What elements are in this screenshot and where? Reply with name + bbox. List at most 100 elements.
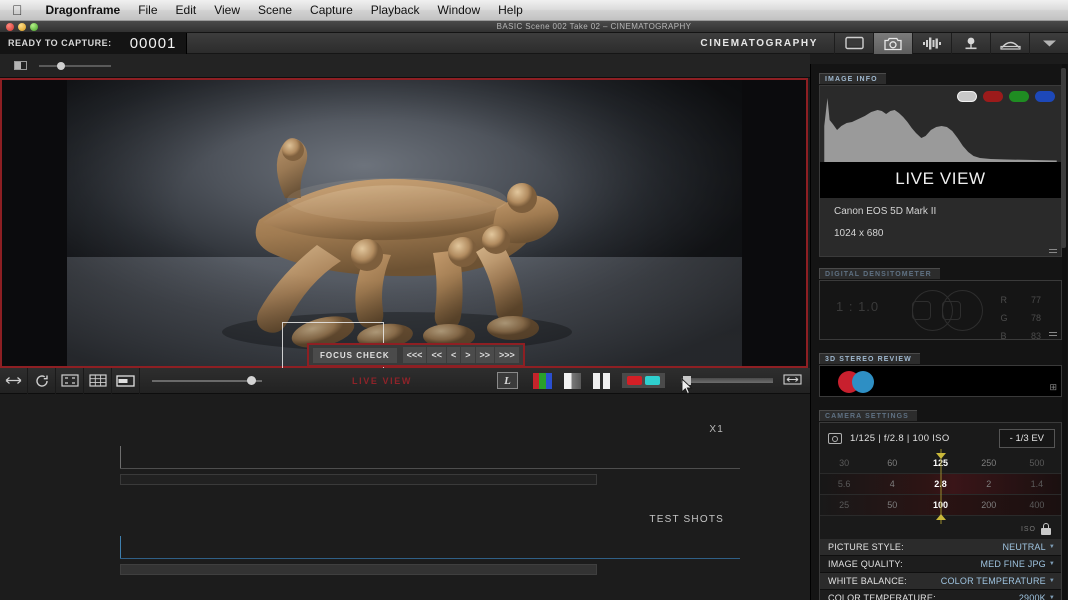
setting-row-picture-style[interactable]: PICTURE STYLE: NEUTRAL ▼ (820, 539, 1061, 556)
focus-nav-prev-fast[interactable]: << (427, 347, 447, 363)
channel-luma-button[interactable] (957, 91, 977, 102)
iso-value[interactable]: 200 (965, 500, 1013, 510)
focus-nav-prev[interactable]: < (447, 347, 461, 363)
focus-nav-last[interactable]: >>> (495, 347, 519, 363)
zoom-slider-knob[interactable] (247, 376, 256, 385)
zoom-slider[interactable] (152, 380, 262, 382)
menu-window[interactable]: Window (428, 3, 489, 17)
aperture-value[interactable]: 4 (868, 479, 916, 489)
shutter-value[interactable]: 60 (868, 458, 916, 468)
channel-green-button[interactable] (1009, 91, 1029, 102)
menu-dragonframe[interactable]: Dragonframe (37, 3, 130, 17)
setting-value[interactable]: MED FINE JPG ▼ (980, 559, 1055, 569)
live-view-viewport[interactable] (0, 78, 808, 368)
densitometer-blue-row: B 83 (1000, 331, 1041, 341)
grid-button[interactable] (84, 368, 112, 394)
track-strip[interactable] (120, 474, 597, 485)
setting-row-color-temperature[interactable]: COLOR TEMPERATURE: 2900K ▼ (820, 590, 1061, 600)
arc-workspace-button[interactable] (990, 33, 1029, 54)
aperture-value[interactable]: 1.4 (1013, 479, 1061, 489)
rgb-channels-button[interactable] (533, 373, 552, 389)
fit-width-icon (783, 374, 802, 385)
fit-width-button[interactable] (783, 372, 802, 390)
menu-help[interactable]: Help (489, 3, 532, 17)
iso-value[interactable]: 50 (868, 500, 916, 510)
setting-row-white-balance[interactable]: WHITE BALANCE: COLOR TEMPERATURE ▼ (820, 573, 1061, 590)
setting-key: COLOR TEMPERATURE: (828, 593, 936, 600)
dial-marker-top-icon (936, 453, 946, 459)
right-sidebar: IMAGE INFO LIVE VIEW Canon EOS 5D Mark (810, 64, 1068, 600)
workspace-switcher: CINEMATOGRAPHY (684, 33, 1068, 54)
lock-icon[interactable] (1041, 523, 1051, 535)
focus-nav-first[interactable]: <<< (403, 347, 428, 363)
track-playhead[interactable] (120, 446, 121, 468)
menu-bar:  Dragonframe File Edit View Scene Captu… (0, 0, 1068, 21)
aspect-ratio-button[interactable] (112, 368, 140, 394)
shutter-value[interactable]: 500 (1013, 458, 1061, 468)
dmx-workspace-button[interactable] (951, 33, 990, 54)
setting-row-image-quality[interactable]: IMAGE QUALITY: MED FINE JPG ▼ (820, 556, 1061, 573)
more-workspaces-button[interactable] (1029, 33, 1068, 54)
track-playhead[interactable] (120, 536, 121, 558)
crop-button[interactable] (56, 368, 84, 394)
ev-compensation-field[interactable]: - 1/3 EV (999, 429, 1055, 448)
setting-value[interactable]: NEUTRAL ▼ (1002, 542, 1055, 552)
animation-workspace-button[interactable] (834, 33, 873, 54)
timeline-area: X1 TEST SHOTS (0, 394, 810, 600)
split-view-button[interactable] (593, 373, 610, 389)
cinematography-workspace-button[interactable] (873, 33, 912, 54)
shutter-value[interactable]: 250 (965, 458, 1013, 468)
setting-key: PICTURE STYLE: (828, 542, 904, 552)
menu-view[interactable]: View (205, 3, 249, 17)
iso-value[interactable]: 25 (820, 500, 868, 510)
densitometer-blue-label: B (1000, 331, 1014, 341)
capture-status-block: READY TO CAPTURE: 00001 (0, 33, 187, 54)
densitometer-red-label: R (1000, 295, 1014, 305)
exposure-slider-knob[interactable] (57, 62, 65, 70)
anaglyph-button[interactable] (622, 373, 665, 388)
channel-blue-button[interactable] (1035, 91, 1055, 102)
audio-workspace-button[interactable] (912, 33, 951, 54)
iso-value[interactable]: 400 (1013, 500, 1061, 510)
grayscale-button[interactable] (564, 373, 581, 389)
stereo-expand-button[interactable]: ⊞ (1049, 382, 1057, 393)
histogram[interactable] (820, 86, 1061, 162)
image-info-rows: Canon EOS 5D Mark II 1024 x 680 (820, 198, 1061, 256)
live-view-overlay-label: LIVE VIEW (820, 162, 1061, 198)
menu-playback[interactable]: Playback (362, 3, 429, 17)
flip-horizontal-button[interactable] (0, 368, 28, 394)
image-info-panel: IMAGE INFO LIVE VIEW Canon EOS 5D Mark (819, 68, 1062, 257)
panel-resize-grip[interactable] (1049, 247, 1057, 253)
chevron-down-icon (1042, 39, 1057, 48)
menu-file[interactable]: File (129, 3, 166, 17)
channel-red-button[interactable] (983, 91, 1003, 102)
focus-nav-next-fast[interactable]: >> (476, 347, 496, 363)
exposure-slider[interactable] (39, 65, 111, 67)
focus-nav-next[interactable]: > (461, 347, 475, 363)
setting-value[interactable]: 2900K ▼ (1019, 593, 1055, 600)
track-baseline (120, 468, 740, 469)
densitometer-resize-grip[interactable] (1049, 330, 1057, 336)
scene-image (67, 80, 742, 366)
sidebar-scrollbar[interactable] (1062, 64, 1067, 600)
menu-edit[interactable]: Edit (167, 3, 206, 17)
lumetri-button[interactable]: L (497, 372, 518, 389)
light-icon (962, 36, 980, 51)
brightness-icon[interactable] (14, 61, 27, 70)
camera-settings-title: CAMERA SETTINGS (819, 410, 917, 421)
track-strip[interactable] (120, 564, 597, 575)
rotate-button[interactable] (28, 368, 56, 394)
shutter-value[interactable]: 30 (820, 458, 868, 468)
aperture-value[interactable]: 2 (965, 479, 1013, 489)
sidebar-scroll-thumb[interactable] (1061, 68, 1066, 248)
setting-value[interactable]: COLOR TEMPERATURE ▼ (941, 576, 1055, 586)
focus-check-button[interactable]: FOCUS CHECK (313, 348, 397, 363)
aperture-value[interactable]: 5.6 (820, 479, 868, 489)
opacity-slider[interactable] (681, 378, 773, 383)
menu-scene[interactable]: Scene (249, 3, 301, 17)
exposure-strip (0, 54, 810, 78)
menu-capture[interactable]: Capture (301, 3, 362, 17)
aspect-icon (116, 375, 135, 387)
histogram-channel-buttons (957, 91, 1055, 102)
apple-logo-icon[interactable]:  (12, 3, 23, 17)
